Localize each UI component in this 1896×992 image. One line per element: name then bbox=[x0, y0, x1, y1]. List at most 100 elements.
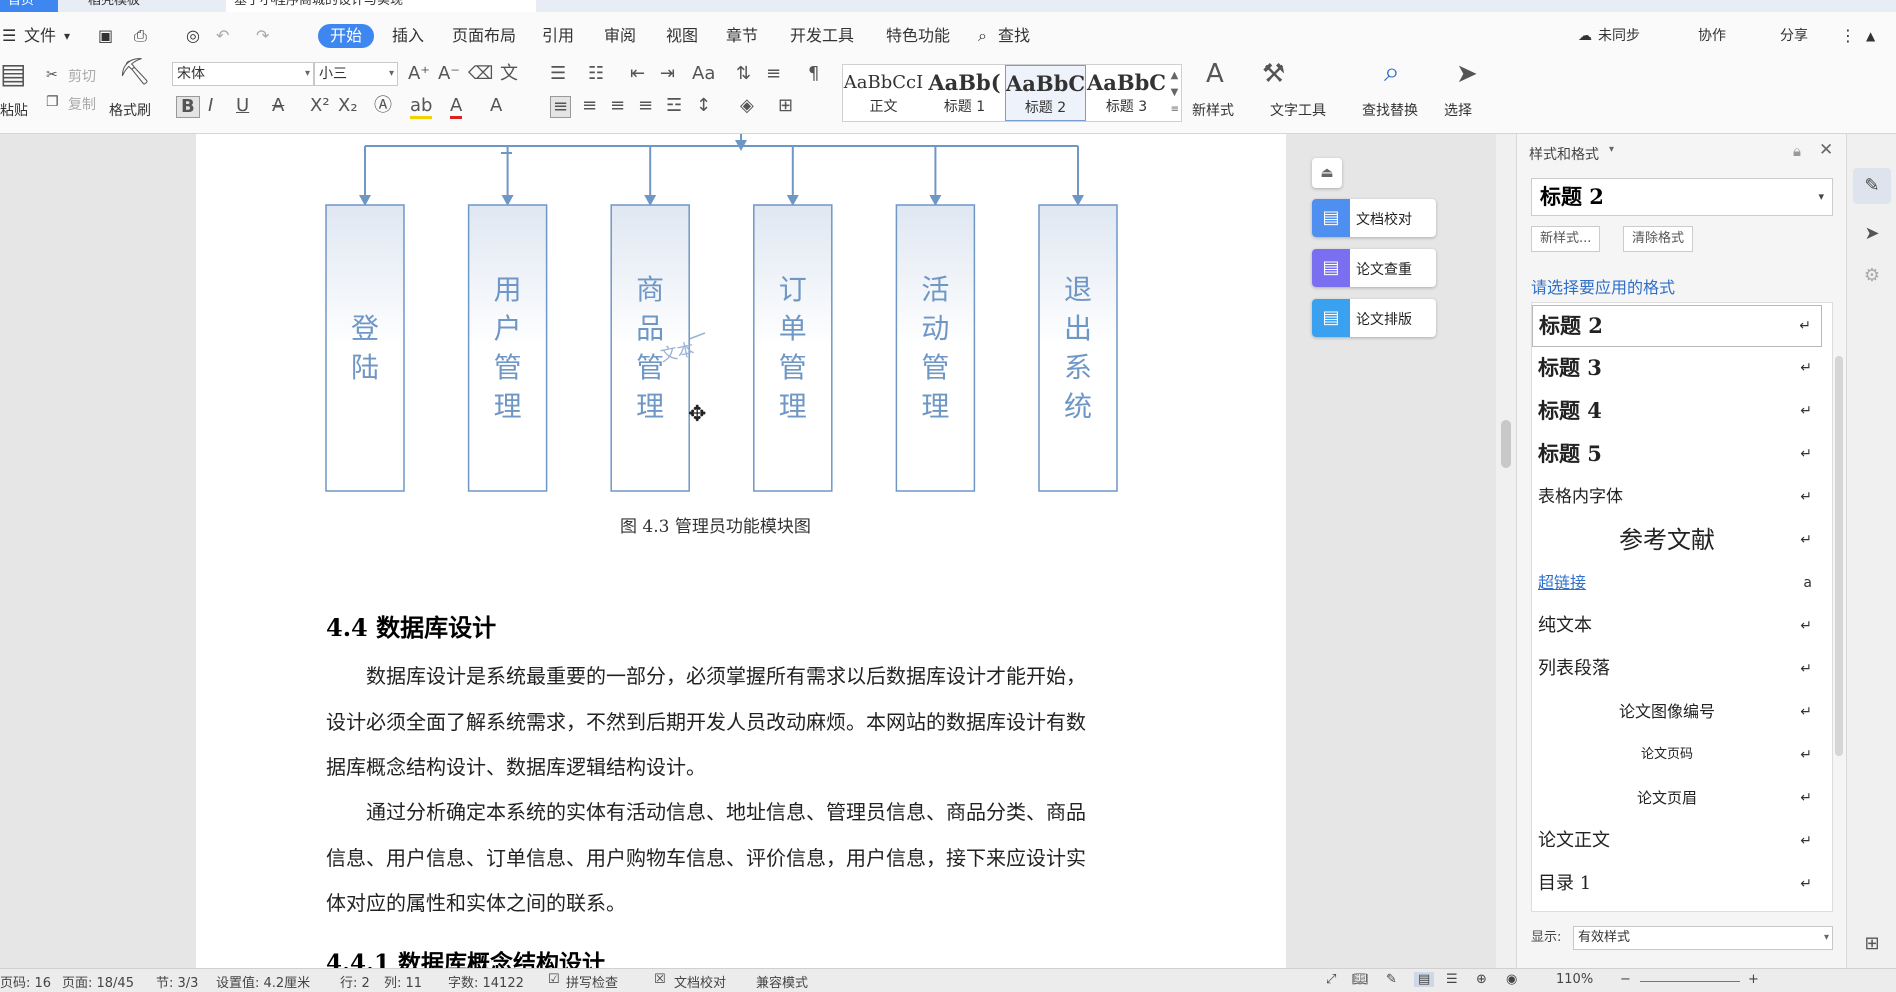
menu-tab-insert[interactable]: 插入 bbox=[392, 24, 424, 48]
scrollbar-thumb[interactable] bbox=[1501, 420, 1511, 468]
style-list-item[interactable]: 列表段落 ↵ bbox=[1532, 649, 1822, 691]
close-icon[interactable]: ✕ bbox=[1819, 140, 1833, 160]
sort-icon[interactable]: ⇅ bbox=[736, 64, 751, 84]
show-styles-select[interactable]: 有效样式 ▾ bbox=[1573, 926, 1833, 950]
style-list-item[interactable]: 参考文献 ↵ bbox=[1532, 520, 1822, 562]
zoom-in-icon[interactable]: + bbox=[1748, 972, 1759, 987]
zoom-out-icon[interactable]: − bbox=[1620, 972, 1631, 987]
menu-search[interactable]: 查找 bbox=[998, 24, 1030, 48]
underline-icon[interactable]: U bbox=[236, 96, 249, 116]
undo-icon[interactable]: ↶ bbox=[216, 24, 229, 48]
style-list-item[interactable]: 纯文本 ↵ bbox=[1532, 606, 1822, 648]
style-list-item[interactable]: 论文页码 ↵ bbox=[1532, 735, 1822, 777]
align-right-icon[interactable]: ≡ bbox=[610, 96, 625, 116]
increase-indent-icon[interactable]: ⇥ bbox=[660, 64, 675, 84]
style-pen-icon[interactable]: ✎ bbox=[1853, 168, 1891, 204]
cut-icon[interactable]: ✂ bbox=[46, 65, 58, 85]
copy-icon[interactable]: ❐ bbox=[46, 92, 59, 112]
tab-document[interactable]: 基于小程序商城的设计与实现 bbox=[226, 0, 536, 12]
web-view-icon[interactable]: ⊕ bbox=[1476, 972, 1487, 987]
document-scrollbar[interactable] bbox=[1496, 134, 1516, 968]
font-name-select[interactable]: 宋体 ▾ bbox=[172, 62, 314, 86]
tab-home[interactable]: 首页 bbox=[0, 0, 58, 12]
style-preview-heading-3[interactable]: AaBbC 标题 3 bbox=[1086, 65, 1167, 121]
find-replace-button[interactable]: 查找替换 bbox=[1362, 100, 1418, 120]
spell-check-icon[interactable]: ☑ bbox=[548, 972, 560, 987]
print-icon[interactable]: ⎙ bbox=[134, 24, 147, 48]
char-shading-icon[interactable]: A bbox=[490, 96, 502, 116]
sync-status[interactable]: 未同步 bbox=[1598, 24, 1640, 48]
line-spacing-icon[interactable]: ≡ bbox=[766, 64, 781, 84]
save-icon[interactable]: ▣ bbox=[98, 24, 113, 48]
distribute-icon[interactable]: ☲ bbox=[666, 96, 682, 116]
share-button[interactable]: 分享 bbox=[1780, 24, 1808, 48]
text-tools-button[interactable]: 文字工具 bbox=[1270, 100, 1326, 120]
grid-icon[interactable]: ⊞ bbox=[1853, 926, 1891, 962]
cut-button[interactable]: 剪切 bbox=[68, 66, 96, 86]
tab-docer[interactable]: 稻壳模板 bbox=[80, 0, 148, 12]
edit-mode-icon[interactable]: ✎ bbox=[1386, 972, 1397, 987]
format-painter-button[interactable]: 格式刷 bbox=[109, 100, 151, 120]
new-style-icon[interactable]: A bbox=[1206, 61, 1224, 87]
decrease-indent-icon[interactable]: ⇤ bbox=[630, 64, 645, 84]
style-list-item[interactable]: 目录 1 ↵ bbox=[1532, 864, 1822, 906]
eraser-icon[interactable]: ⌫ bbox=[468, 64, 493, 84]
shading-icon[interactable]: ◈ bbox=[740, 96, 754, 116]
grow-font-icon[interactable]: A⁺ bbox=[408, 64, 430, 84]
align-center-icon[interactable]: ≡ bbox=[582, 96, 597, 116]
menu-file[interactable]: 文件 bbox=[24, 24, 56, 48]
menu-tab-review[interactable]: 审阅 bbox=[604, 24, 636, 48]
text-effect-icon[interactable]: Ⓐ bbox=[374, 96, 392, 116]
show-marks-icon[interactable]: ¶ bbox=[808, 64, 819, 84]
redo-icon[interactable]: ↷ bbox=[256, 24, 269, 48]
gallery-scroll-icon[interactable]: ▲ ▼ ≡ bbox=[1171, 67, 1179, 118]
style-list-item[interactable]: 表格内字体 ↵ bbox=[1532, 477, 1822, 519]
font-size-select[interactable]: 小三 ▾ bbox=[314, 62, 398, 86]
fullscreen-icon[interactable]: ⤢ bbox=[1326, 972, 1336, 987]
search-icon[interactable]: ⌕ bbox=[978, 24, 987, 48]
outline-view-icon[interactable]: ☰ bbox=[1446, 972, 1458, 987]
paste-button[interactable]: 粘贴 bbox=[0, 100, 28, 120]
current-style-select[interactable]: 标题 2 ▾ bbox=[1531, 178, 1833, 216]
copy-button[interactable]: 复制 bbox=[68, 94, 96, 114]
style-list-item[interactable]: 论文页眉 ↵ bbox=[1532, 778, 1822, 820]
plagiarism-check-button[interactable]: ▤ 论文查重 bbox=[1312, 249, 1436, 287]
lock-icon[interactable]: 🔒︎ bbox=[1793, 142, 1801, 160]
status-proofread[interactable]: 文档校对 bbox=[674, 972, 726, 991]
eye-icon[interactable]: ◉ bbox=[1506, 972, 1517, 987]
cursor-icon[interactable]: ➤ bbox=[1456, 61, 1478, 87]
italic-icon[interactable]: I bbox=[208, 96, 213, 116]
font-color-icon[interactable]: A bbox=[450, 96, 463, 119]
style-list-item[interactable]: 超链接 a bbox=[1532, 563, 1822, 605]
borders-icon[interactable]: ⊞ bbox=[778, 96, 793, 116]
settings-icon[interactable]: ⚙ bbox=[1853, 258, 1891, 294]
change-case-icon[interactable]: Aa bbox=[692, 64, 715, 84]
style-list-item[interactable]: 标题 2 ↵ bbox=[1532, 305, 1822, 347]
find-replace-icon[interactable]: ⌕ bbox=[1384, 58, 1400, 86]
wrench-icon[interactable]: ⚒ bbox=[1262, 61, 1285, 87]
preview-icon[interactable]: ◎ bbox=[186, 24, 200, 48]
proofread-button[interactable]: ▤ 文档校对 bbox=[1312, 199, 1436, 237]
status-spell-check[interactable]: 拼写检查 bbox=[566, 972, 618, 991]
paragraph-spacing-icon[interactable]: ↕ bbox=[696, 96, 711, 116]
paste-icon[interactable]: ▤ bbox=[0, 60, 26, 88]
superscript-icon[interactable]: X² bbox=[310, 96, 330, 116]
new-style-panel-button[interactable]: 新样式... bbox=[1531, 226, 1601, 252]
more-icon[interactable]: ⋮ bbox=[1840, 24, 1856, 48]
chevron-up-icon[interactable]: ▲ bbox=[1866, 24, 1875, 48]
strikethrough-icon[interactable]: A bbox=[272, 96, 284, 116]
clear-format-button[interactable]: 清除格式 bbox=[1623, 226, 1694, 252]
highlight-icon[interactable]: ab bbox=[410, 96, 433, 119]
menu-tab-start[interactable]: 开始 bbox=[318, 24, 375, 48]
bullets-icon[interactable]: ☰ bbox=[550, 64, 566, 84]
select-cursor-icon[interactable]: ➤ bbox=[1853, 216, 1891, 252]
hamburger-icon[interactable]: ☰ bbox=[2, 24, 16, 48]
page-view-icon[interactable]: ▤ bbox=[1414, 972, 1435, 987]
menu-tab-features[interactable]: 特色功能 bbox=[886, 24, 950, 48]
collaborate-button[interactable]: 协作 bbox=[1698, 24, 1726, 48]
style-list-item[interactable]: 标题 5 ↵ bbox=[1532, 434, 1822, 476]
style-list-item[interactable]: 论文图像编号 ↵ bbox=[1532, 692, 1822, 734]
proofread-check-icon[interactable]: ☒ bbox=[654, 972, 666, 987]
collapse-icon[interactable]: ⏏ bbox=[1312, 158, 1342, 188]
justify-icon[interactable]: ≡ bbox=[638, 96, 653, 116]
